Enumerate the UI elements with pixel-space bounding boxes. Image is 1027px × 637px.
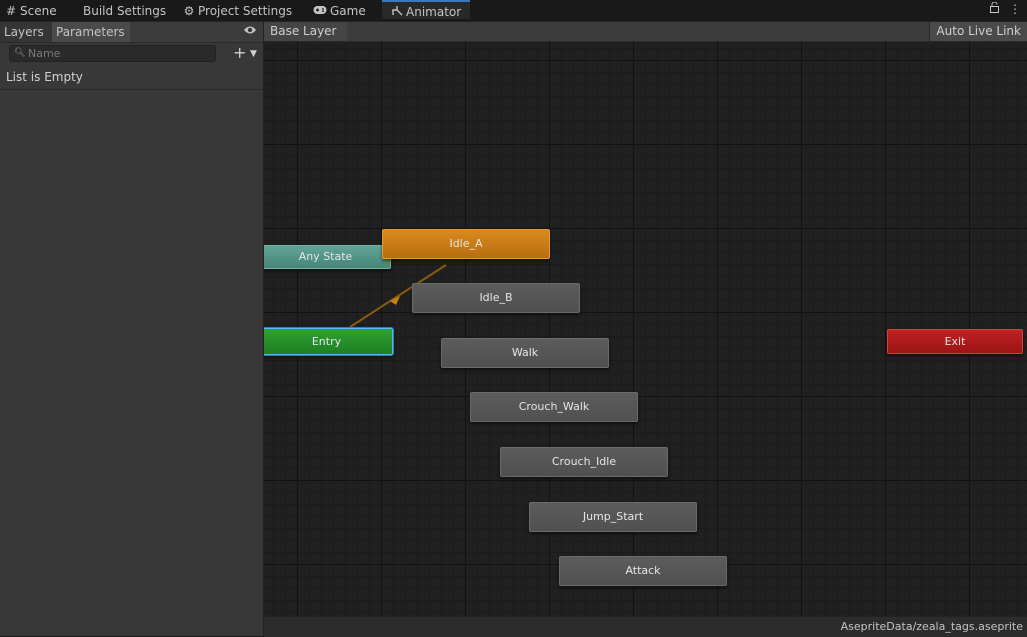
asset-path-label: AsepriteData/zeala_tags.aseprite: [840, 620, 1023, 633]
parameter-list: List is Empty: [0, 65, 263, 90]
tab-build-settings[interactable]: Build Settings: [83, 0, 166, 21]
gamepad-icon: [312, 0, 328, 22]
tab-project-settings[interactable]: ⚙ Project Settings: [182, 0, 292, 21]
breadcrumb-arrow: [338, 22, 346, 41]
window-tools: ⋮: [984, 1, 1021, 16]
search-input[interactable]: [28, 46, 208, 61]
state-jump-start[interactable]: Jump_Start: [529, 502, 697, 532]
chevron-down-icon[interactable]: ▼: [250, 44, 257, 64]
breadcrumb[interactable]: Base Layer: [264, 22, 347, 41]
tab-animator-label: Animator: [406, 5, 462, 19]
tab-game-label: Game: [330, 4, 366, 18]
state-idle-a[interactable]: Idle_A: [382, 229, 550, 259]
add-parameter-button[interactable]: +: [233, 43, 246, 63]
state-walk[interactable]: Walk: [441, 338, 609, 368]
state-idle-b[interactable]: Idle_B: [412, 283, 580, 313]
tab-build-settings-label: Build Settings: [83, 4, 167, 18]
state-any-state[interactable]: Any State: [264, 245, 391, 269]
tab-project-settings-label: Project Settings: [198, 4, 293, 18]
editor-tab-bar: # Scene Build Settings ⚙ Project Settings …: [0, 0, 1027, 22]
tab-parameters[interactable]: Parameters: [52, 22, 130, 42]
state-attack[interactable]: Attack: [559, 556, 727, 586]
tab-layers[interactable]: Layers: [0, 22, 53, 42]
lock-icon[interactable]: [990, 1, 1003, 16]
empty-list-message: List is Empty: [6, 70, 83, 84]
animator-icon: [390, 2, 404, 22]
auto-live-link-button[interactable]: Auto Live Link: [929, 22, 1027, 41]
panel-tabs: Layers Parameters: [0, 22, 263, 43]
tab-animator[interactable]: Animator: [382, 0, 470, 19]
gear-icon: ⚙: [183, 4, 195, 18]
search-box: 🔍︎: [9, 45, 216, 62]
eye-icon[interactable]: [243, 24, 257, 39]
state-exit[interactable]: Exit: [887, 329, 1023, 354]
parameters-panel: Layers Parameters 🔍︎ + ▼ List is Empty: [0, 22, 264, 636]
grid-icon: #: [5, 4, 17, 18]
graph-toolbar: Base Layer Auto Live Link: [264, 22, 1027, 42]
search-icon: 🔍︎: [14, 48, 26, 58]
state-crouch-idle[interactable]: Crouch_Idle: [500, 447, 668, 477]
tab-scene-label: Scene: [20, 4, 57, 18]
state-entry[interactable]: Entry: [264, 328, 393, 355]
parameter-search-row: 🔍︎ + ▼: [0, 43, 263, 63]
status-bar: AsepriteData/zeala_tags.aseprite: [264, 616, 1027, 637]
animator-graph[interactable]: Any State Idle_A Idle_B Entry Walk Crouc…: [264, 42, 1027, 616]
tab-game[interactable]: Game: [312, 0, 366, 21]
state-crouch-walk[interactable]: Crouch_Walk: [470, 392, 638, 422]
tab-scene[interactable]: # Scene: [4, 0, 57, 21]
more-options-icon[interactable]: ⋮: [1009, 2, 1021, 16]
